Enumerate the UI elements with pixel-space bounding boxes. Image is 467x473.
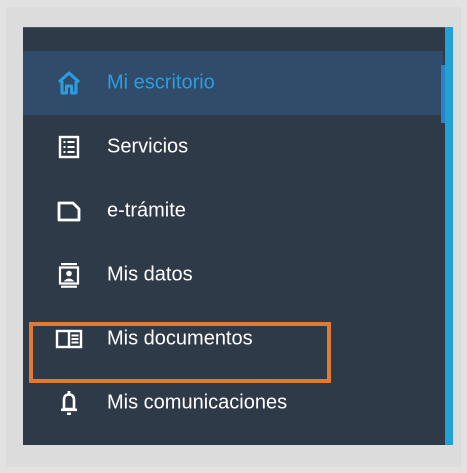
- highlight-box: [29, 322, 331, 383]
- home-icon: [57, 71, 81, 95]
- sidebar-item-mi-escritorio[interactable]: Mi escritorio: [23, 51, 443, 115]
- sidebar-item-label: Mis comunicaciones: [107, 391, 288, 414]
- list-icon: [58, 135, 80, 159]
- navigation-panel: Mi escritorio Servicios e-trámite Mis da…: [23, 27, 453, 445]
- sidebar-item-label: Mis datos: [107, 263, 193, 286]
- id-card-icon: [58, 263, 80, 288]
- screenshot-frame: Mi escritorio Servicios e-trámite Mis da…: [6, 7, 461, 467]
- sidebar-item-servicios[interactable]: Servicios: [23, 115, 443, 179]
- sidebar-item-label: Servicios: [107, 135, 189, 158]
- sidebar-item-e-tramite[interactable]: e-trámite: [23, 179, 443, 243]
- bell-icon: [61, 391, 77, 415]
- scrollbar[interactable]: [445, 27, 453, 445]
- sidebar-item-mis-datos[interactable]: Mis datos: [23, 243, 443, 307]
- sidebar-menu: Mi escritorio Servicios e-trámite Mis da…: [23, 27, 453, 445]
- sidebar-top-divider: [23, 27, 453, 28]
- sidebar-item-label: e-trámite: [107, 199, 186, 222]
- document-icon: [57, 201, 81, 222]
- sidebar-item-label: Mi escritorio: [107, 71, 215, 94]
